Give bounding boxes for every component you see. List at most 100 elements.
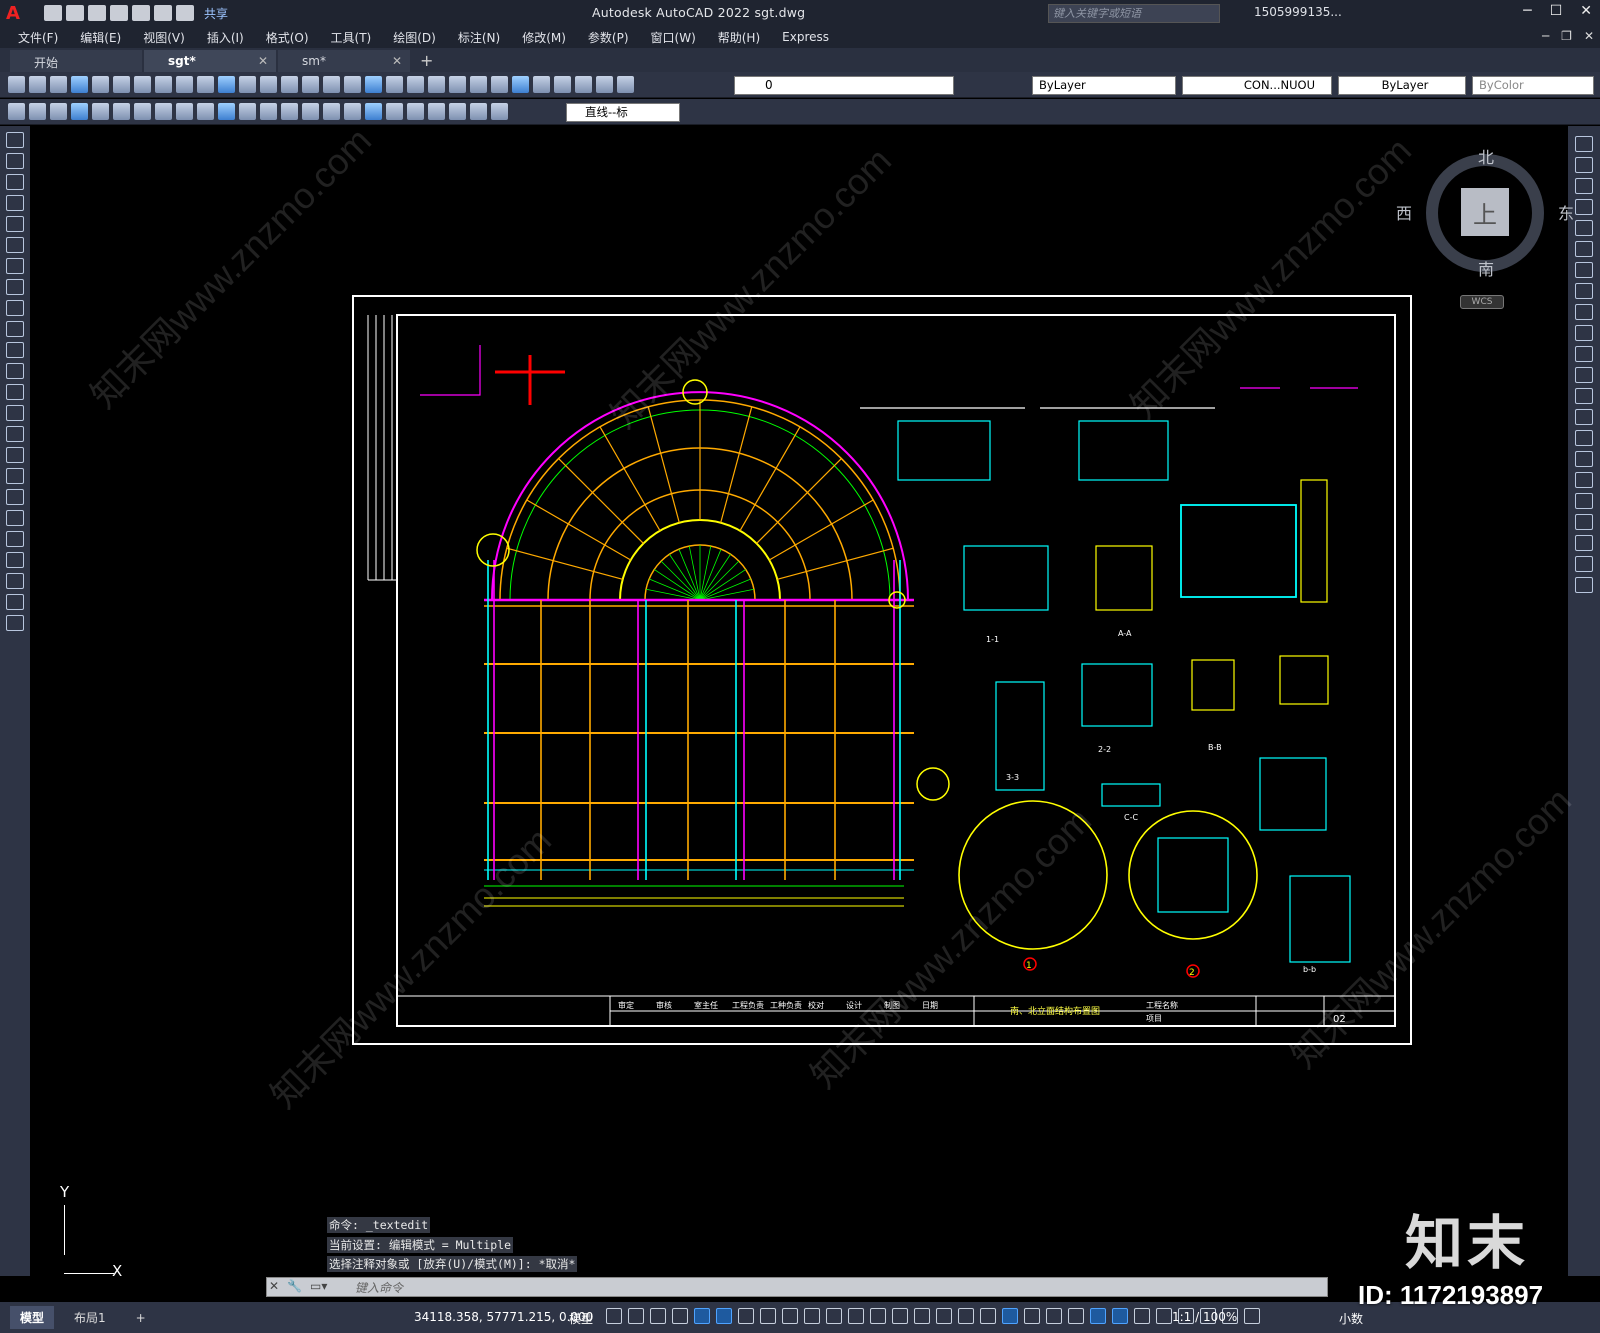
dimension-tool-icon[interactable]: [281, 103, 298, 120]
status-toggle-icon[interactable]: [958, 1308, 974, 1324]
draw-tool-icon[interactable]: [6, 594, 24, 610]
status-toggle-icon[interactable]: [606, 1308, 622, 1324]
tab-layout1[interactable]: 布局1: [64, 1306, 116, 1329]
recent-commands-icon[interactable]: ▭▾: [310, 1279, 327, 1293]
standard-tool-icon[interactable]: [197, 76, 214, 93]
viewcube-north[interactable]: 北: [1478, 144, 1494, 168]
modify-tool-icon[interactable]: [1575, 409, 1593, 425]
autocad-logo-icon[interactable]: A: [0, 0, 26, 26]
menu-file[interactable]: 文件(F): [18, 29, 58, 46]
standard-tool-icon[interactable]: [155, 76, 172, 93]
dimstyle-dropdown[interactable]: 直线--标: [566, 103, 680, 122]
status-toggle-icon[interactable]: [672, 1308, 688, 1324]
status-toggle-icon[interactable]: [892, 1308, 908, 1324]
draw-tool-icon[interactable]: [6, 384, 24, 400]
draw-tool-icon[interactable]: [6, 195, 24, 211]
tab-model[interactable]: 模型: [10, 1306, 55, 1329]
status-toggle-icon[interactable]: [1156, 1308, 1172, 1324]
standard-tool-icon[interactable]: [239, 76, 256, 93]
dimension-tool-icon[interactable]: [344, 103, 361, 120]
status-toggle-icon[interactable]: [738, 1308, 754, 1324]
standard-tool-icon[interactable]: [407, 76, 424, 93]
status-toggle-icon[interactable]: [848, 1308, 864, 1324]
draw-tool-icon[interactable]: [6, 489, 24, 505]
draw-tool-icon[interactable]: [6, 258, 24, 274]
status-toggle-icon[interactable]: [1024, 1308, 1040, 1324]
new-file-icon[interactable]: [44, 5, 62, 21]
standard-tool-icon[interactable]: [512, 76, 529, 93]
status-toggle-icon[interactable]: [1244, 1308, 1260, 1324]
modify-tool-icon[interactable]: [1575, 577, 1593, 593]
share-button[interactable]: 共享: [204, 5, 228, 22]
status-toggle-icon[interactable]: [716, 1308, 732, 1324]
save-icon[interactable]: [88, 5, 106, 21]
modify-tool-icon[interactable]: [1575, 262, 1593, 278]
status-toggle-icon[interactable]: [1112, 1308, 1128, 1324]
standard-tool-icon[interactable]: [533, 76, 550, 93]
annotation-scale[interactable]: 1:1 / 100%: [1172, 1310, 1237, 1324]
modify-tool-icon[interactable]: [1575, 136, 1593, 152]
standard-tool-icon[interactable]: [596, 76, 613, 93]
dimension-tool-icon[interactable]: [71, 103, 88, 120]
standard-tool-icon[interactable]: [29, 76, 46, 93]
status-toggle-icon[interactable]: [870, 1308, 886, 1324]
standard-tool-icon[interactable]: [554, 76, 571, 93]
dimension-tool-icon[interactable]: [113, 103, 130, 120]
status-toggle-icon[interactable]: [628, 1308, 644, 1324]
standard-tool-icon[interactable]: [449, 76, 466, 93]
menu-modify[interactable]: 修改(M): [522, 29, 566, 46]
draw-tool-icon[interactable]: [6, 552, 24, 568]
status-toggle-icon[interactable]: [1090, 1308, 1106, 1324]
modify-tool-icon[interactable]: [1575, 304, 1593, 320]
modify-tool-icon[interactable]: [1575, 535, 1593, 551]
command-input[interactable]: 键入命令: [266, 1277, 1328, 1297]
standard-tool-icon[interactable]: [365, 76, 382, 93]
menu-format[interactable]: 格式(O): [266, 29, 309, 46]
standard-tool-icon[interactable]: [134, 76, 151, 93]
viewcube-west[interactable]: 西: [1396, 200, 1412, 224]
menu-view[interactable]: 视图(V): [143, 29, 185, 46]
standard-tool-icon[interactable]: [50, 76, 67, 93]
dimension-tool-icon[interactable]: [176, 103, 193, 120]
draw-tool-icon[interactable]: [6, 510, 24, 526]
standard-tool-icon[interactable]: [8, 76, 25, 93]
dimension-tool-icon[interactable]: [239, 103, 256, 120]
viewcube-east[interactable]: 东: [1558, 200, 1574, 224]
standard-tool-icon[interactable]: [113, 76, 130, 93]
draw-tool-icon[interactable]: [6, 132, 24, 148]
menu-express[interactable]: Express: [782, 30, 829, 44]
draw-tool-icon[interactable]: [6, 405, 24, 421]
modify-tool-icon[interactable]: [1575, 178, 1593, 194]
standard-tool-icon[interactable]: [617, 76, 634, 93]
standard-tool-icon[interactable]: [92, 76, 109, 93]
menu-window[interactable]: 窗口(W): [651, 29, 696, 46]
minimize-icon[interactable]: ─: [1523, 3, 1531, 19]
modify-tool-icon[interactable]: [1575, 283, 1593, 299]
plot-icon[interactable]: [132, 5, 150, 21]
close-icon[interactable]: ✕: [1580, 3, 1592, 19]
modify-tool-icon[interactable]: [1575, 367, 1593, 383]
tab-close-icon[interactable]: ✕: [258, 54, 268, 68]
draw-tool-icon[interactable]: [6, 237, 24, 253]
dimension-tool-icon[interactable]: [365, 103, 382, 120]
dimension-tool-icon[interactable]: [260, 103, 277, 120]
standard-tool-icon[interactable]: [344, 76, 361, 93]
modify-tool-icon[interactable]: [1575, 199, 1593, 215]
modify-tool-icon[interactable]: [1575, 220, 1593, 236]
modify-tool-icon[interactable]: [1575, 157, 1593, 173]
status-toggle-icon[interactable]: [980, 1308, 996, 1324]
status-toggle-icon[interactable]: [694, 1308, 710, 1324]
layer-dropdown[interactable]: 0: [734, 76, 954, 95]
status-toggle-icon[interactable]: [914, 1308, 930, 1324]
draw-tool-icon[interactable]: [6, 279, 24, 295]
status-toggle-icon[interactable]: [1002, 1308, 1018, 1324]
standard-tool-icon[interactable]: [302, 76, 319, 93]
status-toggle-icon[interactable]: [1046, 1308, 1062, 1324]
viewcube-top-face[interactable]: 上: [1461, 188, 1509, 236]
draw-tool-icon[interactable]: [6, 216, 24, 232]
modify-tool-icon[interactable]: [1575, 346, 1593, 362]
status-toggle-icon[interactable]: [782, 1308, 798, 1324]
standard-tool-icon[interactable]: [428, 76, 445, 93]
dimension-tool-icon[interactable]: [428, 103, 445, 120]
redo-icon[interactable]: [176, 5, 194, 21]
